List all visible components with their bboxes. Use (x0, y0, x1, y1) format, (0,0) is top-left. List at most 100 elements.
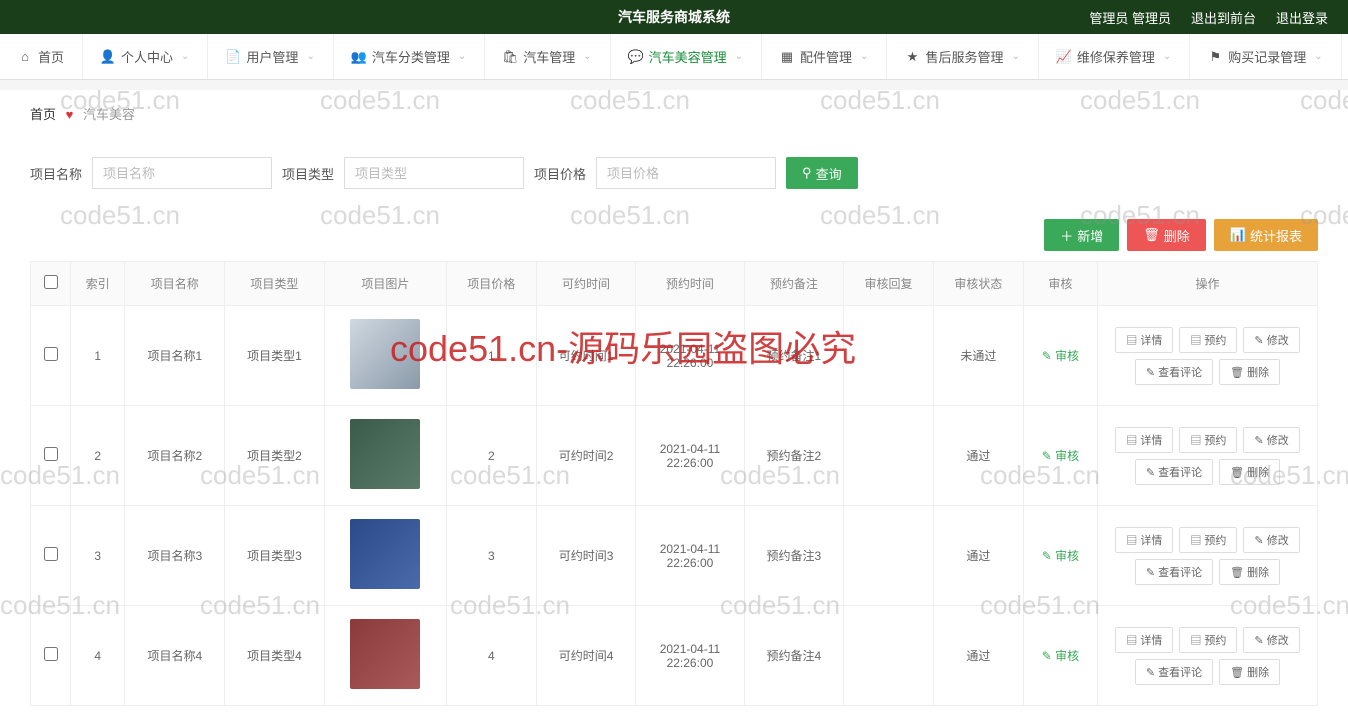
cell-status: 通过 (933, 406, 1023, 506)
chevron-down-icon: ⌄ (1011, 51, 1019, 62)
delete-button[interactable]: 🗑 删除 (1127, 219, 1206, 251)
cell-remark: 预约备注3 (744, 506, 844, 606)
cell-audit: ✎ 审核 (1023, 606, 1097, 706)
nav-item-1[interactable]: 👤个人中心⌄ (83, 34, 208, 79)
exit-front-link[interactable]: 退出到前台 (1191, 8, 1256, 27)
audit-link[interactable]: ✎ 审核 (1042, 449, 1079, 463)
search-button-label: 查询 (816, 164, 842, 183)
breadcrumb: 首页 ♥ 汽车美容 (0, 90, 1348, 137)
row-checkbox[interactable] (44, 647, 58, 661)
cell-audit: ✎ 审核 (1023, 506, 1097, 606)
col-11: 审核 (1023, 262, 1097, 306)
nav-item-5[interactable]: 💬汽车美容管理⌄ (611, 34, 762, 79)
nav-item-7[interactable]: ★售后服务管理⌄ (887, 34, 1038, 79)
content: 项目名称 项目类型 项目价格 ⚲ 查询 ＋ 新增 🗑 删除 📊 统计报表 索引项… (0, 137, 1348, 726)
row-delete-button[interactable]: 🗑 删除 (1219, 559, 1280, 585)
cell-reply (844, 306, 934, 406)
cell-type: 项目类型2 (225, 406, 325, 506)
select-all-checkbox[interactable] (44, 275, 58, 289)
stats-button-label: 统计报表 (1250, 226, 1302, 245)
cell-avail: 可约时间1 (536, 306, 636, 406)
col-2: 项目名称 (125, 262, 225, 306)
book-button[interactable]: ▤ 预约 (1179, 527, 1237, 553)
search-icon: ⚲ (802, 165, 812, 181)
nav-bar: ⌂首页👤个人中心⌄📄用户管理⌄👥汽车分类管理⌄🛍汽车管理⌄💬汽车美容管理⌄▦配件… (0, 34, 1348, 80)
cell-img (324, 306, 446, 406)
cell-name: 项目名称2 (125, 406, 225, 506)
nav-item-9[interactable]: ⚑购买记录管理⌄ (1190, 34, 1341, 79)
detail-button[interactable]: ▤ 详情 (1115, 427, 1173, 453)
chevron-down-icon: ⌄ (181, 51, 189, 62)
cell-reply (844, 406, 934, 506)
cell-time: 2021-04-1122:26:00 (636, 606, 744, 706)
car-image (350, 419, 420, 489)
detail-button[interactable]: ▤ 详情 (1115, 327, 1173, 353)
breadcrumb-home[interactable]: 首页 (30, 107, 56, 122)
cell-avail: 可约时间2 (536, 406, 636, 506)
comments-button[interactable]: ✎ 查看评论 (1135, 659, 1213, 685)
cell-name: 项目名称1 (125, 306, 225, 406)
cell-idx: 3 (71, 506, 125, 606)
col-9: 审核回复 (844, 262, 934, 306)
nav-label: 汽车分类管理 (372, 47, 450, 66)
audit-link[interactable]: ✎ 审核 (1042, 549, 1079, 563)
comments-button[interactable]: ✎ 查看评论 (1135, 359, 1213, 385)
edit-button[interactable]: ✎ 修改 (1243, 627, 1299, 653)
row-checkbox[interactable] (44, 447, 58, 461)
audit-link[interactable]: ✎ 审核 (1042, 349, 1079, 363)
edit-button[interactable]: ✎ 修改 (1243, 527, 1299, 553)
search-button[interactable]: ⚲ 查询 (786, 157, 858, 189)
nav-item-8[interactable]: 📈维修保养管理⌄ (1039, 34, 1190, 79)
grid-icon: ▦ (780, 50, 794, 64)
nav-item-2[interactable]: 📄用户管理⌄ (208, 34, 333, 79)
edit-button[interactable]: ✎ 修改 (1243, 427, 1299, 453)
row-checkbox[interactable] (44, 547, 58, 561)
search-name-label: 项目名称 (30, 164, 82, 183)
col-0 (31, 262, 71, 306)
row-delete-button[interactable]: 🗑 删除 (1219, 659, 1280, 685)
edit-button[interactable]: ✎ 修改 (1243, 327, 1299, 353)
nav-item-0[interactable]: ⌂首页 (0, 34, 83, 79)
add-button[interactable]: ＋ 新增 (1044, 219, 1119, 251)
search-price-input[interactable] (596, 157, 776, 189)
nav-label: 汽车管理 (523, 47, 575, 66)
nav-label: 汽车美容管理 (649, 47, 727, 66)
detail-button[interactable]: ▤ 详情 (1115, 627, 1173, 653)
nav-item-3[interactable]: 👥汽车分类管理⌄ (334, 34, 485, 79)
chevron-down-icon: ⌄ (735, 51, 743, 62)
cell-price: 1 (446, 306, 536, 406)
cell-ops: ▤ 详情 ▤ 预约 ✎ 修改 ✎ 查看评论 🗑 删除 (1098, 406, 1318, 506)
book-button[interactable]: ▤ 预约 (1179, 627, 1237, 653)
nav-item-6[interactable]: ▦配件管理⌄ (762, 34, 887, 79)
nav-item-4[interactable]: 🛍汽车管理⌄ (485, 34, 610, 79)
nav-label: 首页 (38, 47, 64, 66)
app-title: 汽车服务商城系统 (618, 7, 730, 27)
cell-img (324, 506, 446, 606)
cell-status: 通过 (933, 606, 1023, 706)
row-delete-button[interactable]: 🗑 删除 (1219, 459, 1280, 485)
search-name-input[interactable] (92, 157, 272, 189)
row-delete-button[interactable]: 🗑 删除 (1219, 359, 1280, 385)
search-type-input[interactable] (344, 157, 524, 189)
cell-avail: 可约时间3 (536, 506, 636, 606)
audit-link[interactable]: ✎ 审核 (1042, 649, 1079, 663)
cell-time: 2021-04-1122:26:00 (636, 406, 744, 506)
stats-button[interactable]: 📊 统计报表 (1214, 219, 1318, 251)
comments-button[interactable]: ✎ 查看评论 (1135, 559, 1213, 585)
comments-button[interactable]: ✎ 查看评论 (1135, 459, 1213, 485)
user-link[interactable]: 管理员 管理员 (1089, 8, 1171, 27)
cell-status: 未通过 (933, 306, 1023, 406)
cell-idx: 2 (71, 406, 125, 506)
col-5: 项目价格 (446, 262, 536, 306)
trash-icon: 🗑 (1143, 227, 1160, 243)
user-icon: 👤 (101, 50, 115, 64)
row-checkbox[interactable] (44, 347, 58, 361)
book-button[interactable]: ▤ 预约 (1179, 327, 1237, 353)
table-row: 1 项目名称1 项目类型1 1 可约时间1 2021-04-1122:26:00… (31, 306, 1318, 406)
col-6: 可约时间 (536, 262, 636, 306)
detail-button[interactable]: ▤ 详情 (1115, 527, 1173, 553)
logout-link[interactable]: 退出登录 (1276, 8, 1328, 27)
col-1: 索引 (71, 262, 125, 306)
cell-ops: ▤ 详情 ▤ 预约 ✎ 修改 ✎ 查看评论 🗑 删除 (1098, 606, 1318, 706)
book-button[interactable]: ▤ 预约 (1179, 427, 1237, 453)
